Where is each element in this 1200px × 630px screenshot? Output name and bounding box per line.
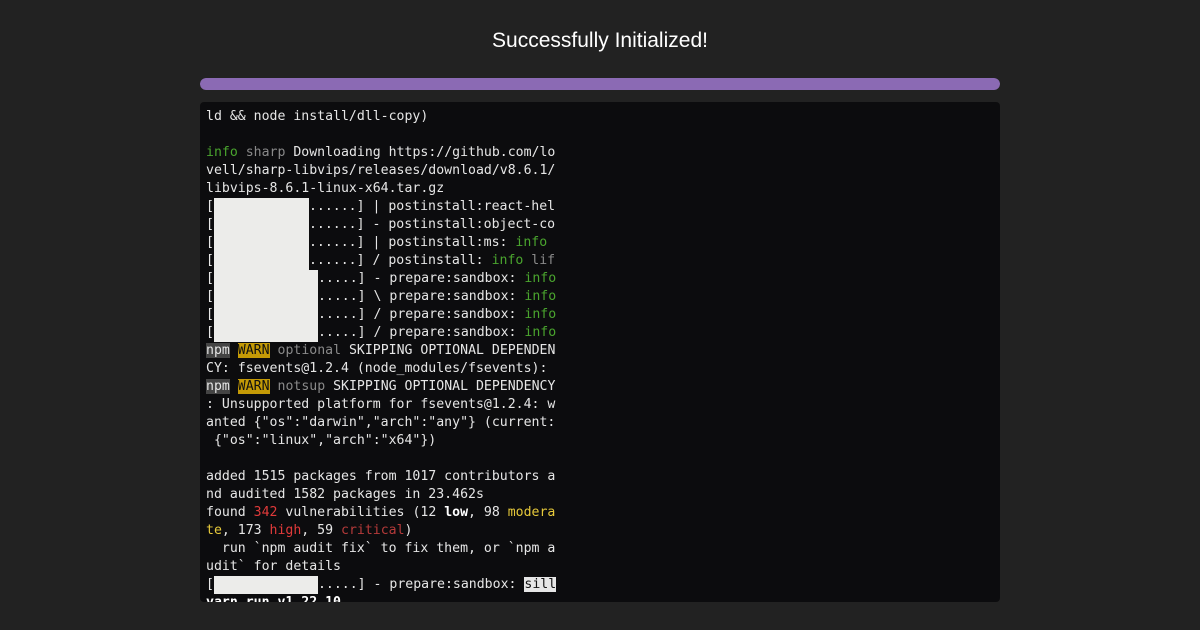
- terminal-text: modera: [507, 505, 556, 520]
- install-progress-bar: [213, 324, 318, 342]
- terminal-line: {"os":"linux","arch":"x64"}): [206, 432, 566, 450]
- terminal-line: added 1515 packages from 1017 contributo…: [206, 468, 566, 486]
- terminal-text: npm: [206, 379, 230, 394]
- install-progress-bar: [213, 252, 309, 270]
- terminal-text: WARN: [237, 343, 270, 358]
- terminal-text: , 98: [468, 505, 508, 520]
- terminal-text: libvips-8.6.1-linux-x64.tar.gz: [206, 181, 445, 196]
- terminal-line: [......] - postinstall:object-co: [206, 216, 556, 234]
- terminal-text: : Unsupported platform for fsevents@1.2.…: [206, 397, 556, 412]
- page-title: Successfully Initialized!: [492, 29, 708, 52]
- terminal-text: run `npm audit fix` to fix them, or `npm…: [206, 541, 556, 556]
- terminal-text: Downloading https://github.com/lo: [285, 145, 556, 160]
- install-progress-bar: [213, 216, 309, 234]
- terminal-text: SKIPPING OPTIONAL DEPENDEN: [341, 343, 556, 358]
- terminal-text: vulnerabilities (12: [277, 505, 445, 520]
- terminal-line: nd audited 1582 packages in 23.462s: [206, 486, 566, 504]
- install-progress-bar: [213, 270, 318, 288]
- terminal-line: vell/sharp-libvips/releases/download/v8.…: [206, 162, 566, 180]
- terminal-text: optional: [277, 343, 342, 358]
- terminal-output: ld && node install/dll-copy) info sharp D…: [206, 108, 566, 602]
- terminal-text: , 59: [301, 523, 341, 538]
- terminal-line: npm WARN notsup SKIPPING OPTIONAL DEPEND…: [206, 378, 566, 396]
- terminal-text: ......] - postinstall:object-co: [308, 217, 556, 232]
- terminal-text: notsup: [277, 379, 326, 394]
- terminal-text: {"os":"linux","arch":"x64"}): [206, 433, 437, 448]
- progress-bar: [200, 78, 1000, 90]
- terminal-line: [.....] / prepare:sandbox: info: [206, 324, 557, 342]
- terminal-line: npm WARN optional SKIPPING OPTIONAL DEPE…: [206, 342, 566, 360]
- terminal-text: npm: [206, 343, 230, 358]
- install-progress-bar: [213, 306, 318, 324]
- terminal-window[interactable]: ld && node install/dll-copy) info sharp D…: [200, 102, 1000, 602]
- terminal-line: anted {"os":"darwin","arch":"any"} (curr…: [206, 414, 566, 432]
- terminal-text: low: [444, 505, 469, 520]
- terminal-text: , 173: [221, 523, 270, 538]
- terminal-text: info: [524, 307, 557, 322]
- terminal-line: ld && node install/dll-copy): [206, 108, 566, 126]
- terminal-text: added 1515 packages from 1017 contributo…: [206, 469, 556, 484]
- terminal-text: info: [515, 235, 548, 250]
- install-progress-bar: [213, 198, 309, 216]
- terminal-text: WARN: [237, 379, 270, 394]
- terminal-text: CY: fsevents@1.2.4 (node_modules/fsevent…: [206, 361, 548, 376]
- terminal-text: ......] | postinstall:react-hel: [308, 199, 556, 214]
- terminal-line: [......] | postinstall:react-hel: [206, 198, 556, 216]
- terminal-line: run `npm audit fix` to fix them, or `npm…: [206, 540, 566, 558]
- terminal-line: te, 173 high, 59 critical): [206, 522, 566, 540]
- terminal-text: .....] / prepare:sandbox:: [317, 307, 525, 322]
- terminal-text: found: [206, 505, 254, 520]
- terminal-text: udit` for details: [206, 559, 341, 574]
- terminal-line: [......] | postinstall:ms: info: [206, 234, 548, 252]
- terminal-line: info sharp Downloading https://github.co…: [206, 144, 566, 162]
- terminal-text: SKIPPING OPTIONAL DEPENDENCY: [325, 379, 556, 394]
- terminal-text: info: [206, 145, 238, 160]
- terminal-text: info: [491, 253, 524, 268]
- terminal-text: .....] - prepare:sandbox:: [317, 271, 525, 286]
- terminal-line: [.....] \ prepare:sandbox: info: [206, 288, 557, 306]
- terminal-text: te: [206, 523, 222, 538]
- terminal-text: sill: [524, 577, 557, 592]
- terminal-text: .....] - prepare:sandbox:: [317, 577, 525, 592]
- install-progress-bar: [213, 234, 309, 252]
- terminal-text: ld && node install/dll-copy): [206, 109, 429, 124]
- terminal-text: .....] / prepare:sandbox:: [317, 325, 525, 340]
- terminal-text: anted {"os":"darwin","arch":"any"} (curr…: [206, 415, 556, 430]
- terminal-text: nd audited 1582 packages in 23.462s: [206, 487, 484, 502]
- terminal-line: yarn run v1.22.10: [206, 594, 566, 602]
- terminal-line: [.....] / prepare:sandbox: info: [206, 306, 557, 324]
- terminal-line: [......] / postinstall: info lif: [206, 252, 556, 270]
- terminal-line: [.....] - prepare:sandbox: info: [206, 270, 557, 288]
- terminal-text: .....] \ prepare:sandbox:: [317, 289, 525, 304]
- terminal-text: ): [404, 523, 413, 538]
- terminal-text: critical: [341, 523, 405, 538]
- terminal-text: info: [524, 289, 557, 304]
- terminal-line: found 342 vulnerabilities (12 low, 98 mo…: [206, 504, 566, 522]
- terminal-line: libvips-8.6.1-linux-x64.tar.gz: [206, 180, 566, 198]
- terminal-text: info: [524, 325, 557, 340]
- install-progress-bar: [213, 288, 318, 306]
- terminal-line: [.....] - prepare:sandbox: sill: [206, 576, 557, 594]
- terminal-line: CY: fsevents@1.2.4 (node_modules/fsevent…: [206, 360, 566, 378]
- terminal-line: : Unsupported platform for fsevents@1.2.…: [206, 396, 566, 414]
- terminal-text: high: [269, 523, 302, 538]
- progress-fill: [200, 78, 1000, 90]
- terminal-text: vell/sharp-libvips/releases/download/v8.…: [206, 163, 556, 178]
- terminal-text: 342: [253, 505, 278, 520]
- terminal-text: ......] / postinstall:: [308, 253, 492, 268]
- terminal-text: yarn run v1.22.10: [206, 595, 341, 602]
- terminal-text: ......] | postinstall:ms:: [308, 235, 516, 250]
- terminal-text: lif: [531, 253, 556, 268]
- terminal-text: sharp: [245, 145, 286, 160]
- terminal-text: info: [524, 271, 557, 286]
- terminal-line: udit` for details: [206, 558, 566, 576]
- install-progress-bar: [213, 576, 318, 594]
